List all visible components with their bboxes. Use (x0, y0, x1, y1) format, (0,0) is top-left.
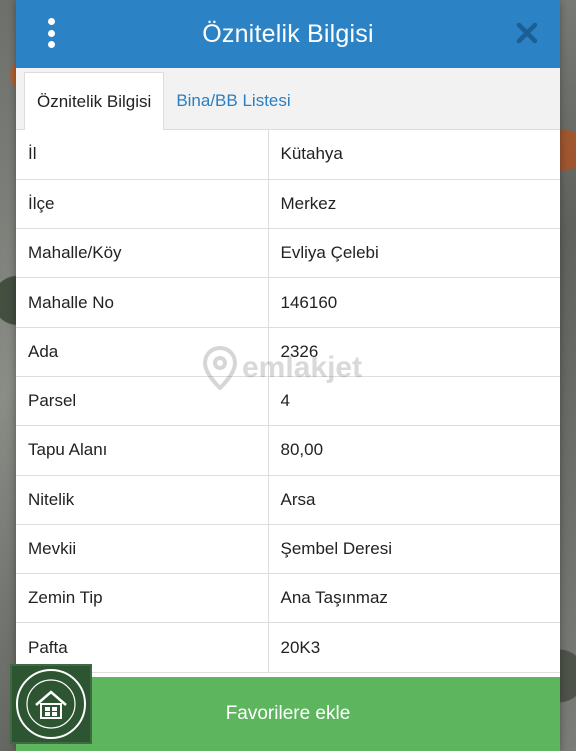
table-row: Zemin Tip Ana Taşınmaz (16, 573, 560, 624)
dialog-header: Öznitelik Bilgisi (16, 0, 560, 68)
attribute-table: İl Kütahya İlçe Merkez Mahalle/Köy Evliy… (16, 130, 560, 673)
attribute-value: 20K3 (268, 622, 560, 673)
attribute-value: 146160 (268, 277, 560, 328)
attribute-key: Tapu Alanı (16, 425, 269, 476)
table-row: Mevkii Şembel Deresi (16, 524, 560, 575)
attribute-key: Zemin Tip (16, 573, 269, 624)
tab-building-list[interactable]: Bina/BB Listesi (164, 72, 302, 129)
table-row: İl Kütahya (16, 130, 560, 180)
attribute-key: Mahalle No (16, 277, 269, 328)
attribute-key: İl (16, 130, 269, 180)
table-row: İlçe Merkez (16, 179, 560, 230)
attribute-value: 80,00 (268, 425, 560, 476)
more-vertical-icon[interactable] (44, 18, 58, 48)
attribute-value: 4 (268, 376, 560, 427)
table-row: Ada 2326 (16, 327, 560, 377)
brand-logo-image (16, 669, 86, 739)
attribute-key: Ada (16, 327, 269, 377)
table-row: Mahalle No 146160 (16, 277, 560, 328)
table-row: Parsel 4 (16, 376, 560, 427)
table-row: Pafta 20K3 (16, 622, 560, 673)
attribute-key: Parsel (16, 376, 269, 427)
table-row: Tapu Alanı 80,00 (16, 425, 560, 476)
attribute-key: İlçe (16, 179, 269, 230)
close-icon[interactable] (512, 18, 542, 48)
tab-bar: Öznitelik Bilgisi Bina/BB Listesi (16, 68, 560, 130)
attribute-value: Merkez (268, 179, 560, 230)
attribute-key: Mevkii (16, 524, 269, 575)
attribute-info-dialog: Öznitelik Bilgisi Öznitelik Bilgisi Bina… (16, 0, 560, 751)
table-row: Mahalle/Köy Evliya Çelebi (16, 228, 560, 279)
dialog-title: Öznitelik Bilgisi (202, 19, 374, 48)
attribute-value: Arsa (268, 475, 560, 525)
attribute-value: 2326 (268, 327, 560, 377)
attribute-key: Mahalle/Köy (16, 228, 269, 279)
attribute-table-wrapper: İl Kütahya İlçe Merkez Mahalle/Köy Evliy… (16, 130, 560, 673)
attribute-value: Ana Taşınmaz (268, 573, 560, 624)
brand-logo (10, 664, 92, 744)
table-row: Nitelik Arsa (16, 475, 560, 525)
add-to-favorites-button[interactable]: Favorilere ekle (16, 677, 560, 751)
attribute-value: Evliya Çelebi (268, 228, 560, 279)
attribute-value: Kütahya (268, 130, 560, 180)
attribute-value: Şembel Deresi (268, 524, 560, 575)
attribute-key: Nitelik (16, 475, 269, 525)
tab-attribute-info[interactable]: Öznitelik Bilgisi (24, 72, 165, 130)
